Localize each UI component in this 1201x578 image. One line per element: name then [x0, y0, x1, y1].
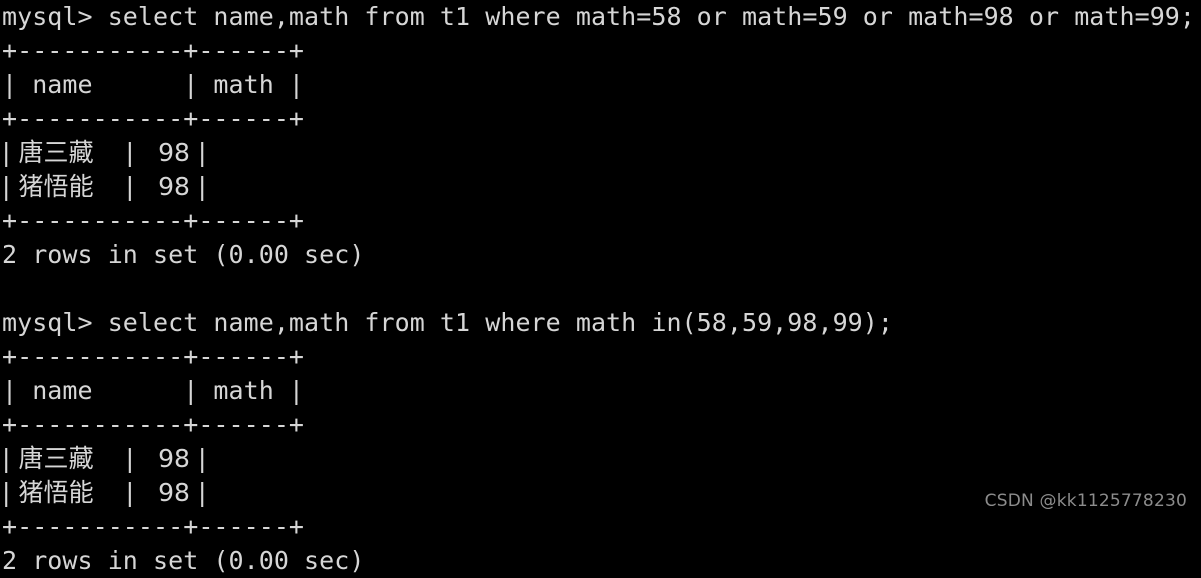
table-separator-top-1: +-----------+------+: [2, 36, 305, 65]
table-separator-mid-1: +-----------+------+: [2, 104, 305, 133]
table-separator-bottom-2: +-----------+------+: [2, 512, 305, 541]
table-separator-bottom-1: +-----------+------+: [2, 206, 305, 235]
table-separator-top-2: +-----------+------+: [2, 342, 305, 371]
table-header-row-2: | name | math |: [2, 376, 305, 405]
table-header-row-1: | name | math |: [2, 70, 305, 99]
status-line-1: 2 rows in set (0.00 sec): [2, 240, 365, 269]
command-line-2: mysql> select name,math from t1 where ma…: [2, 308, 893, 337]
table-row: | 唐三藏 | 98 |: [2, 138, 207, 167]
csdn-watermark: CSDN @kk1125778230: [984, 491, 1187, 511]
table-row: | 唐三藏 | 98 |: [2, 444, 207, 473]
terminal-window[interactable]: mysql> select name,math from t1 where ma…: [0, 0, 1201, 575]
table-row: | 猪悟能 | 98 |: [2, 172, 207, 201]
table-separator-mid-2: +-----------+------+: [2, 410, 305, 439]
status-line-2: 2 rows in set (0.00 sec): [2, 546, 365, 575]
command-line-1: mysql> select name,math from t1 where ma…: [2, 2, 1195, 31]
